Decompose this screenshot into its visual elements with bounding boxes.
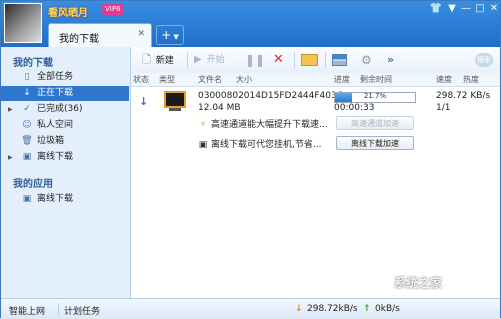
offline-hint-text: 离线下载可代您挂机,节省... [211, 140, 322, 150]
person-icon: ☺ [22, 120, 32, 130]
page-icon: ▯ [24, 72, 30, 82]
progress-text: 21.7% [363, 92, 387, 100]
open-folder-icon[interactable] [301, 52, 318, 68]
sidebar-item-trash[interactable]: 🗑 垃圾箱 [1, 134, 129, 149]
sidebar-heading-downloads: 我的下载 [13, 58, 53, 69]
start-button[interactable]: ▶ 开始 [194, 52, 225, 68]
sidebar-item-private-space[interactable]: ☺ 私人空间 [1, 118, 129, 133]
sidebar-item-label: 离线下载 [37, 194, 74, 204]
sidebar-item-label: 垃圾箱 [37, 136, 65, 146]
vip-badge: VIP6 [102, 4, 124, 15]
total-download-speed: 298.72kB/s [307, 304, 358, 314]
source-ratio: 1/1 [436, 103, 451, 113]
sidebar-item-downloading[interactable]: ↓ 正在下载 [1, 86, 129, 101]
col-size[interactable]: 大小 [236, 74, 252, 85]
task-filename: 03000802014D15FD2444F403C... [198, 91, 352, 101]
download-arrow-icon: ↓ [295, 304, 303, 314]
status-bar: 智能上网 计划任务 ↓ 298.72kB/s ↑ 0kB/s [1, 298, 500, 319]
column-header: 状态 类型 文件名 大小 进度 剩余时间 速度 热度 [131, 73, 500, 87]
col-speed[interactable]: 速度 [436, 74, 452, 85]
expand-icon[interactable]: ▶ [8, 150, 13, 165]
watermark: 系统之家 [394, 276, 443, 290]
new-task-label: 新建 [155, 56, 174, 66]
delete-icon[interactable]: ✕ [273, 52, 284, 68]
settings-gear-icon[interactable]: ⚙ [361, 52, 372, 68]
arrow-down-icon: ↓ [23, 88, 31, 98]
sidebar-item-all-tasks[interactable]: ▯ 全部任务 [1, 70, 129, 85]
remaining-time: 00:00:33 [334, 103, 375, 113]
sidebar-item-app-offline-download[interactable]: ▣ 离线下载 [1, 192, 129, 207]
trash-icon: 🗑 [21, 136, 33, 146]
tab-label: 我的下载 [59, 34, 99, 45]
task-list: ↓ 03000802014D15FD2444F403C... 12.04 MB … [131, 87, 500, 298]
minimize-icon[interactable]: — [459, 3, 473, 15]
tab-close-icon[interactable]: ✕ [137, 29, 145, 39]
new-task-button[interactable]: 🗋 新建 [142, 52, 174, 68]
search-button[interactable]: 搜索 [475, 53, 493, 67]
start-label: 开始 [206, 55, 225, 65]
video-file-icon [164, 91, 186, 108]
app-window: 看风晒月 VIP6 👕 ▼ — □ ✕ 我的下载 ✕ + ▼ 我的下载 ▯ 全部任… [0, 0, 501, 319]
offline-icon: ▣ [22, 194, 32, 204]
expand-icon[interactable]: ▶ [8, 102, 13, 117]
sidebar: 我的下载 ▯ 全部任务 ↓ 正在下载 ▶ ✓ 已完成(36) ☺ 私人空间 🗑 … [1, 47, 131, 298]
tab-my-downloads[interactable]: 我的下载 ✕ [48, 23, 152, 47]
status-divider [58, 303, 59, 315]
upload-arrow-icon: ↑ [363, 304, 371, 314]
pause-icon[interactable]: ❚❚ [245, 52, 265, 68]
maximize-icon[interactable]: □ [473, 3, 487, 15]
avatar[interactable] [4, 3, 42, 43]
close-icon[interactable]: ✕ [487, 3, 501, 15]
col-type[interactable]: 类型 [159, 74, 175, 85]
check-icon: ✓ [23, 104, 31, 114]
sidebar-item-label: 全部任务 [37, 72, 74, 82]
table-row[interactable]: ↓ 03000802014D15FD2444F403C... 12.04 MB … [131, 87, 500, 153]
high-speed-hint-text: 高速通道能大幅提升下载速... [211, 120, 328, 130]
task-list-icon[interactable] [332, 52, 347, 68]
scheduled-tasks-link[interactable]: 计划任务 [64, 304, 100, 317]
offline-accelerate-button[interactable]: 离线下载加速 [336, 136, 414, 150]
sidebar-item-label: 离线下载 [37, 152, 74, 162]
sidebar-item-label: 私人空间 [37, 120, 74, 130]
smart-internet-link[interactable]: 智能上网 [9, 304, 45, 317]
col-remaining[interactable]: 剩余时间 [360, 74, 392, 85]
video-file-icon-stand [169, 108, 181, 111]
new-file-icon: 🗋 [142, 53, 151, 66]
col-filename[interactable]: 文件名 [198, 74, 222, 85]
add-tab-button[interactable]: + ▼ [156, 25, 184, 45]
sidebar-item-label: 正在下载 [37, 88, 74, 98]
task-size: 12.04 MB [198, 103, 241, 113]
col-status[interactable]: 状态 [133, 74, 149, 85]
plus-icon: + [161, 28, 172, 42]
sidebar-item-completed[interactable]: ▶ ✓ 已完成(36) [1, 102, 129, 117]
total-upload-speed: 0kB/s [375, 304, 400, 314]
col-progress[interactable]: 进度 [334, 74, 350, 85]
lightning-icon: ⚡ [199, 120, 207, 130]
toolbar: 🗋 新建 ▶ 开始 ❚❚ ✕ ⚙ » 搜索 [131, 47, 500, 74]
high-speed-accelerate-button[interactable]: 高速通道加速 [336, 116, 414, 130]
skin-icon[interactable]: 👕 [429, 3, 443, 15]
progress-bar: 21.7% [334, 92, 416, 103]
sidebar-heading-apps: 我的应用 [13, 179, 53, 190]
title-bar: 看风晒月 VIP6 👕 ▼ — □ ✕ 我的下载 ✕ + ▼ [1, 1, 500, 47]
toolbar-divider [325, 52, 326, 68]
offline-hint: ▣ 离线下载可代您挂机,节省... [198, 137, 322, 150]
offline-icon: ▣ [22, 152, 32, 162]
high-speed-hint: ⚡ 高速通道能大幅提升下载速... [198, 117, 328, 130]
offline-icon: ▣ [198, 140, 208, 150]
toolbar-divider [294, 52, 295, 68]
download-speed: 298.72 KB/s [436, 91, 491, 101]
sidebar-item-offline-download[interactable]: ▶ ▣ 离线下载 [1, 150, 129, 165]
username[interactable]: 看风晒月 [48, 4, 88, 19]
toolbar-divider [187, 52, 188, 68]
col-heat[interactable]: 热度 [463, 74, 479, 85]
chevron-down-icon: ▼ [173, 33, 179, 41]
play-icon: ▶ [194, 54, 202, 65]
downloading-arrow-icon: ↓ [139, 95, 149, 108]
menu-dropdown-icon[interactable]: ▼ [445, 3, 459, 15]
more-button[interactable]: » [387, 52, 394, 68]
sidebar-item-label: 已完成(36) [37, 104, 83, 114]
